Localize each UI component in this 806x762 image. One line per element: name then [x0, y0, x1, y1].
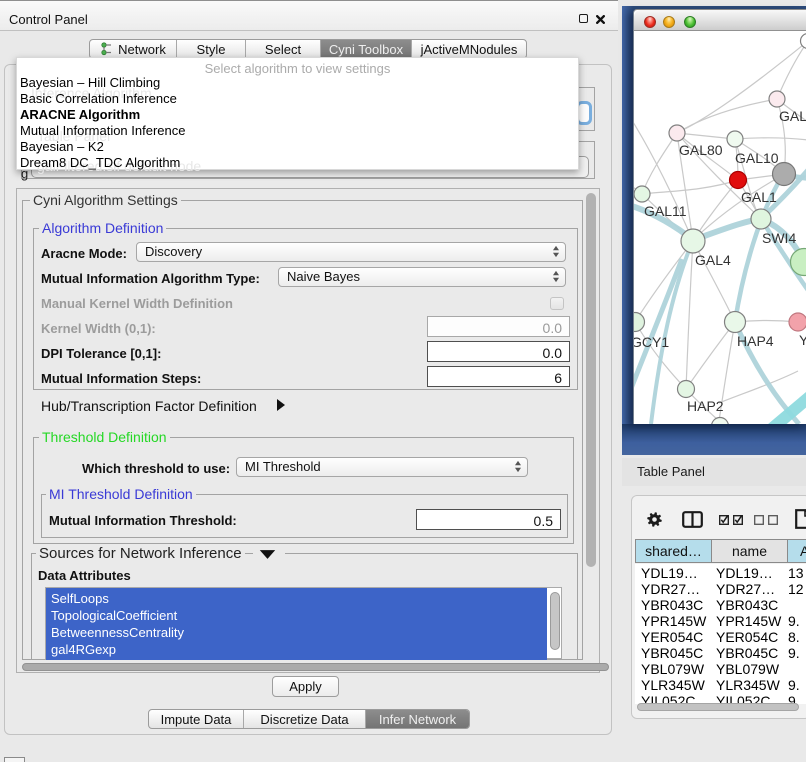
svg-text:GAL4: GAL4 — [695, 252, 731, 268]
svg-text:GAL: GAL — [779, 108, 806, 124]
svg-text:GAL1: GAL1 — [741, 189, 777, 205]
svg-text:GAL10: GAL10 — [735, 150, 779, 166]
svg-text:HAP4: HAP4 — [737, 333, 774, 349]
svg-text:SWI4: SWI4 — [762, 230, 796, 246]
svg-text:GAL11: GAL11 — [644, 203, 687, 219]
svg-text:HAP2: HAP2 — [687, 398, 724, 414]
svg-text:GAL80: GAL80 — [679, 142, 723, 158]
svg-text:GCY1: GCY1 — [634, 334, 669, 350]
svg-text:Y: Y — [799, 332, 806, 348]
